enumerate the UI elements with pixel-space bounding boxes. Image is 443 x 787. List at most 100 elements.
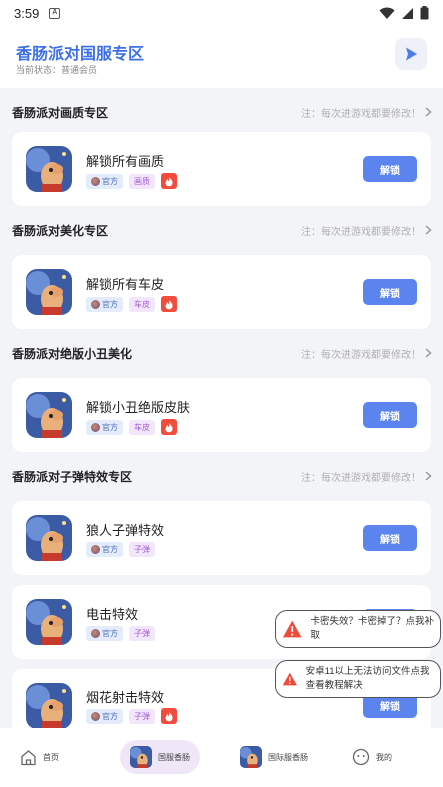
bottom-nav: 首页 国服香肠 国际服香肠 我的 [0, 728, 443, 787]
item-tags: 官方 子弹 [86, 542, 155, 557]
face-icon [352, 748, 370, 766]
unlock-button[interactable]: 解锁 [363, 156, 417, 182]
section-note-text: 注：每次进游戏都要修改！ [301, 472, 421, 484]
membership-status: 当前状态：普通会员 [16, 65, 98, 75]
section-note[interactable]: 注：每次进游戏都要修改！ [301, 223, 432, 238]
category-tag: 子弹 [129, 542, 155, 557]
avatar [91, 422, 100, 432]
item-tags: 官方 画质 [86, 173, 177, 189]
section-title: 香肠派对子弹特效专区 [12, 469, 133, 484]
android11-help-toast[interactable]: 安卓11以上无法访问文件点我查看教程解决 [275, 660, 441, 698]
section-note-text: 注：每次进游戏都要修改！ [301, 226, 421, 238]
fire-icon [161, 708, 177, 724]
avatar [91, 711, 100, 721]
avatar [91, 629, 100, 638]
nav-intl-server-label: 国际服香肠 [268, 752, 308, 762]
app-icon [26, 683, 72, 729]
section-title: 香肠派对画质专区 [12, 105, 109, 120]
item-tags: 官方 子弹 [86, 626, 155, 641]
fire-icon [161, 419, 177, 435]
item-tags: 官方 车皮 [86, 419, 177, 435]
item-name: 解锁所有车皮 [86, 277, 165, 292]
avatar [91, 299, 100, 309]
chevron-right-icon [425, 471, 432, 481]
chevron-right-icon [425, 225, 432, 235]
app-icon [26, 392, 72, 438]
game-icon [130, 746, 152, 768]
notification-icon: A [49, 7, 61, 19]
section-header-quality: 香肠派对画质专区 注：每次进游戏都要修改！ [12, 102, 432, 122]
official-tag: 官方 [86, 542, 123, 557]
play-button[interactable] [395, 38, 427, 70]
category-tag: 车皮 [129, 296, 155, 312]
official-tag: 官方 [86, 296, 123, 312]
app-icon [26, 146, 72, 192]
official-tag: 官方 [86, 708, 123, 724]
card-key-help-toast[interactable]: 卡密失效？卡密掉了？点我补取 [275, 610, 441, 648]
app-icon [26, 269, 72, 315]
app-icon [26, 515, 72, 561]
status-icons [379, 6, 429, 20]
toast-message: 卡密失效？卡密掉了？点我补取 [310, 616, 434, 641]
category-tag: 子弹 [129, 708, 155, 724]
nav-home[interactable]: 首页 [20, 740, 59, 774]
wifi-icon [379, 7, 395, 19]
warning-icon [282, 620, 302, 638]
category-tag: 子弹 [129, 626, 155, 641]
item-tags: 官方 车皮 [86, 296, 177, 312]
nav-intl-server[interactable]: 国际服香肠 [240, 740, 308, 774]
section-header-beautify: 香肠派对美化专区 注：每次进游戏都要修改！ [12, 220, 432, 240]
avatar [91, 176, 100, 186]
item-tags: 官方 子弹 [86, 708, 177, 724]
section-note[interactable]: 注：每次进游戏都要修改！ [301, 105, 432, 120]
item-name: 狼人子弹特效 [86, 523, 165, 538]
nav-cn-server-label: 国服香肠 [158, 752, 190, 762]
page-header: 香肠派对国服专区 当前状态：普通会员 [0, 26, 443, 88]
section-header-clown: 香肠派对绝版小丑美化 注：每次进游戏都要修改！ [12, 343, 432, 363]
status-bar: 3:59 A [0, 0, 443, 26]
official-tag-label: 官方 [102, 176, 118, 186]
unlock-button[interactable]: 解锁 [363, 402, 417, 428]
fire-icon [161, 296, 177, 312]
list-item[interactable]: 解锁小丑绝版皮肤 官方 车皮 解锁 [12, 378, 431, 452]
item-name: 解锁小丑绝版皮肤 [86, 400, 191, 415]
warning-icon [282, 672, 297, 686]
category-tag: 画质 [129, 173, 155, 189]
nav-home-label: 首页 [43, 752, 59, 762]
item-name: 电击特效 [86, 607, 139, 622]
official-tag-label: 官方 [102, 629, 118, 638]
fire-icon [161, 173, 177, 189]
nav-profile[interactable]: 我的 [352, 740, 392, 774]
section-note[interactable]: 注：每次进游戏都要修改！ [301, 469, 432, 484]
toast-message: 安卓11以上无法访问文件点我查看教程解决 [305, 666, 430, 691]
chevron-right-icon [425, 107, 432, 117]
official-tag: 官方 [86, 626, 123, 641]
section-header-bullet: 香肠派对子弹特效专区 注：每次进游戏都要修改！ [12, 466, 432, 486]
nav-profile-label: 我的 [376, 752, 392, 762]
signal-icon [402, 7, 413, 19]
section-note-text: 注：每次进游戏都要修改！ [301, 108, 421, 120]
list-item[interactable]: 解锁所有画质 官方 画质 解锁 [12, 132, 431, 206]
section-note[interactable]: 注：每次进游戏都要修改！ [301, 346, 432, 361]
official-tag-label: 官方 [102, 299, 118, 309]
official-tag-label: 官方 [102, 545, 118, 554]
category-tag: 车皮 [129, 419, 155, 435]
game-icon [240, 746, 262, 768]
unlock-button[interactable]: 解锁 [363, 525, 417, 551]
unlock-button[interactable]: 解锁 [363, 279, 417, 305]
home-icon [21, 749, 36, 765]
official-tag: 官方 [86, 173, 123, 189]
official-tag-label: 官方 [102, 422, 118, 432]
nav-cn-server[interactable]: 国服香肠 [120, 740, 200, 774]
page-title: 香肠派对国服专区 [16, 46, 145, 63]
section-title: 香肠派对绝版小丑美化 [12, 346, 133, 361]
list-item[interactable]: 解锁所有车皮 官方 车皮 解锁 [12, 255, 431, 329]
chevron-right-icon [425, 348, 432, 358]
list-item[interactable]: 狼人子弹特效 官方 子弹 解锁 [12, 501, 431, 575]
app-icon [26, 599, 72, 645]
section-title: 香肠派对美化专区 [12, 223, 109, 238]
official-tag: 官方 [86, 419, 123, 435]
section-note-text: 注：每次进游戏都要修改！ [301, 349, 421, 361]
avatar [91, 545, 100, 554]
item-name: 解锁所有画质 [86, 154, 165, 169]
